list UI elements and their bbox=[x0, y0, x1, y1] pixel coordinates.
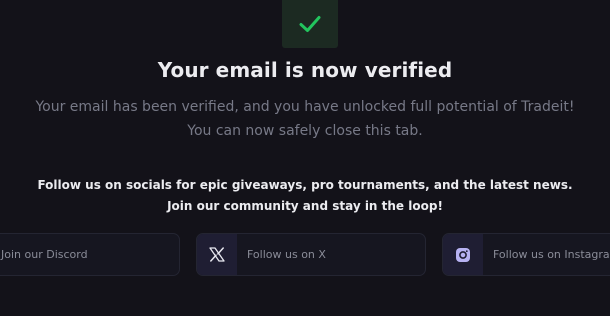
page-title: Your email is now verified bbox=[157, 58, 453, 82]
community-subheadline: Join our community and stay in the loop! bbox=[167, 199, 443, 213]
checkmark-icon bbox=[299, 15, 321, 33]
discord-button-label: Join our Discord bbox=[1, 248, 88, 261]
verified-message: Your email has been verified, and you ha… bbox=[35, 99, 575, 115]
success-badge bbox=[282, 0, 338, 48]
x-logo-icon bbox=[197, 234, 237, 275]
socials-headline: Follow us on socials for epic giveaways,… bbox=[37, 178, 573, 192]
discord-button[interactable]: Join our Discord bbox=[0, 233, 180, 276]
instagram-icon bbox=[443, 234, 483, 275]
instagram-button-label: Follow us on Instagram bbox=[493, 248, 610, 261]
instagram-button[interactable]: Follow us on Instagram bbox=[442, 233, 610, 276]
close-tab-message: You can now safely close this tab. bbox=[187, 123, 423, 139]
verification-page: Your email is now verified Your email ha… bbox=[0, 0, 610, 316]
x-button-label: Follow us on X bbox=[247, 248, 326, 261]
x-button[interactable]: Follow us on X bbox=[196, 233, 426, 276]
